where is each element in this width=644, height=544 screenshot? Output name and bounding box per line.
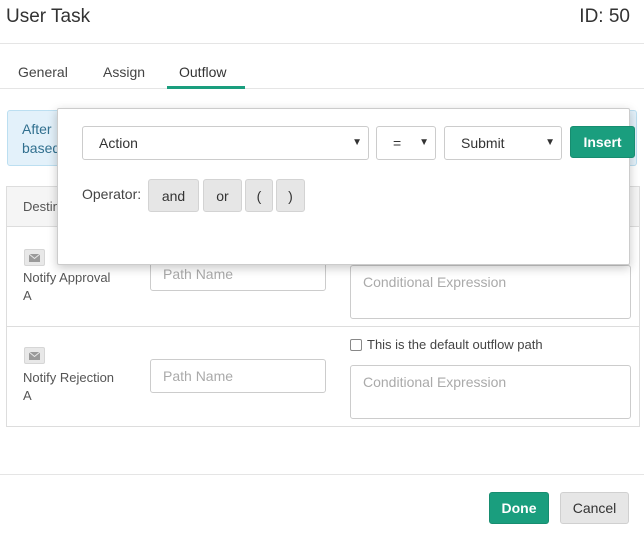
active-tab-indicator bbox=[167, 86, 245, 89]
recipient-label: Notify Rejection A bbox=[23, 369, 133, 405]
recipient-suffix: A bbox=[23, 288, 32, 303]
tab-general[interactable]: General bbox=[18, 64, 68, 80]
operator-label: Operator: bbox=[82, 186, 142, 202]
default-outflow-label: This is the default outflow path bbox=[367, 337, 543, 352]
modal-header: User Task ID: 50 bbox=[0, 0, 644, 44]
value-select[interactable]: Submit ▼ bbox=[444, 126, 562, 160]
field-select-value: Action bbox=[99, 135, 138, 151]
envelope-icon bbox=[24, 249, 45, 266]
operator-and-button[interactable]: and bbox=[148, 179, 199, 212]
tab-outflow[interactable]: Outflow bbox=[179, 64, 226, 80]
value-select-value: Submit bbox=[461, 135, 505, 151]
tab-bar: General Assign Outflow bbox=[0, 56, 644, 89]
task-id-label: ID: 50 bbox=[579, 6, 630, 27]
cancel-button[interactable]: Cancel bbox=[560, 492, 629, 524]
conditional-expression-input[interactable] bbox=[350, 265, 631, 319]
field-select[interactable]: Action ▼ bbox=[82, 126, 369, 160]
path-name-input[interactable] bbox=[150, 359, 326, 393]
caret-down-icon: ▼ bbox=[419, 137, 429, 148]
recipient-label: Notify Approval A bbox=[23, 269, 133, 305]
operator-select[interactable]: = ▼ bbox=[376, 126, 436, 160]
footer-divider bbox=[0, 474, 644, 475]
caret-down-icon: ▼ bbox=[352, 137, 362, 148]
done-button[interactable]: Done bbox=[489, 492, 549, 524]
conditional-expression-input[interactable] bbox=[350, 365, 631, 419]
insert-button[interactable]: Insert bbox=[570, 126, 635, 158]
operator-select-value: = bbox=[393, 135, 402, 151]
checkbox-box[interactable] bbox=[350, 338, 362, 351]
operator-open-paren-button[interactable]: ( bbox=[245, 179, 273, 212]
envelope-icon bbox=[24, 347, 45, 364]
operator-or-button[interactable]: or bbox=[203, 179, 242, 212]
caret-down-icon: ▼ bbox=[545, 137, 555, 148]
default-outflow-checkbox[interactable]: This is the default outflow path bbox=[350, 337, 543, 352]
page-title: User Task bbox=[6, 6, 91, 27]
outflow-row: Notify Rejection A This is the default o… bbox=[7, 327, 639, 427]
tab-assign[interactable]: Assign bbox=[103, 64, 145, 80]
recipient-name: Notify Rejection bbox=[23, 370, 115, 385]
operator-close-paren-button[interactable]: ) bbox=[276, 179, 305, 212]
recipient-name: Notify Approval bbox=[23, 270, 111, 285]
recipient-suffix: A bbox=[23, 388, 32, 403]
expression-builder-popover: Action ▼ = ▼ Submit ▼ Insert Operator: a… bbox=[57, 108, 635, 265]
